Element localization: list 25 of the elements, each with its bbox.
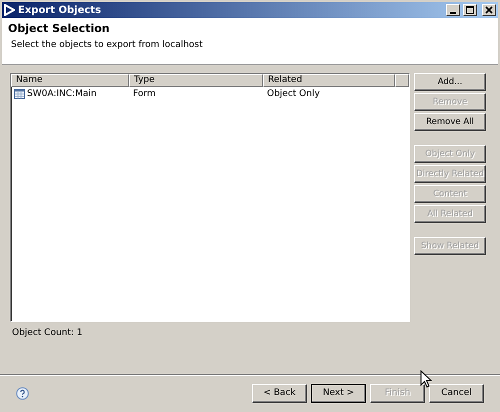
footer-button[interactable]: Cancel bbox=[429, 384, 484, 402]
close-button[interactable] bbox=[482, 4, 496, 16]
object-count: Object Count: 1 bbox=[12, 328, 84, 338]
column-header[interactable]: Name bbox=[11, 74, 129, 87]
cursor-icon bbox=[420, 370, 432, 388]
table-cell: Form bbox=[133, 88, 156, 98]
footer-button[interactable]: < Back bbox=[252, 384, 307, 402]
footer-button[interactable]: Next > bbox=[311, 384, 366, 402]
page-title: Object Selection bbox=[8, 22, 111, 35]
column-header[interactable]: Type bbox=[129, 74, 263, 87]
table-row[interactable]: SW0A:INC:Main Form Object Only bbox=[11, 87, 409, 100]
page-description: Select the objects to export from localhost bbox=[10, 40, 204, 50]
side-button[interactable]: Remove All bbox=[414, 113, 486, 131]
window-title: Export Objects bbox=[18, 4, 102, 16]
app-logo-icon bbox=[4, 4, 15, 16]
maximize-button[interactable] bbox=[463, 4, 477, 16]
minimize-button[interactable] bbox=[446, 4, 460, 16]
form-icon bbox=[14, 88, 25, 98]
close-icon bbox=[485, 6, 493, 14]
column-header[interactable]: Related bbox=[263, 74, 395, 87]
table-cell: Object Only bbox=[267, 88, 320, 98]
table-cell: SW0A:INC:Main bbox=[27, 88, 97, 98]
maximize-icon bbox=[466, 6, 474, 14]
side-button[interactable]: Add... bbox=[414, 73, 486, 91]
help-icon[interactable] bbox=[16, 386, 29, 400]
